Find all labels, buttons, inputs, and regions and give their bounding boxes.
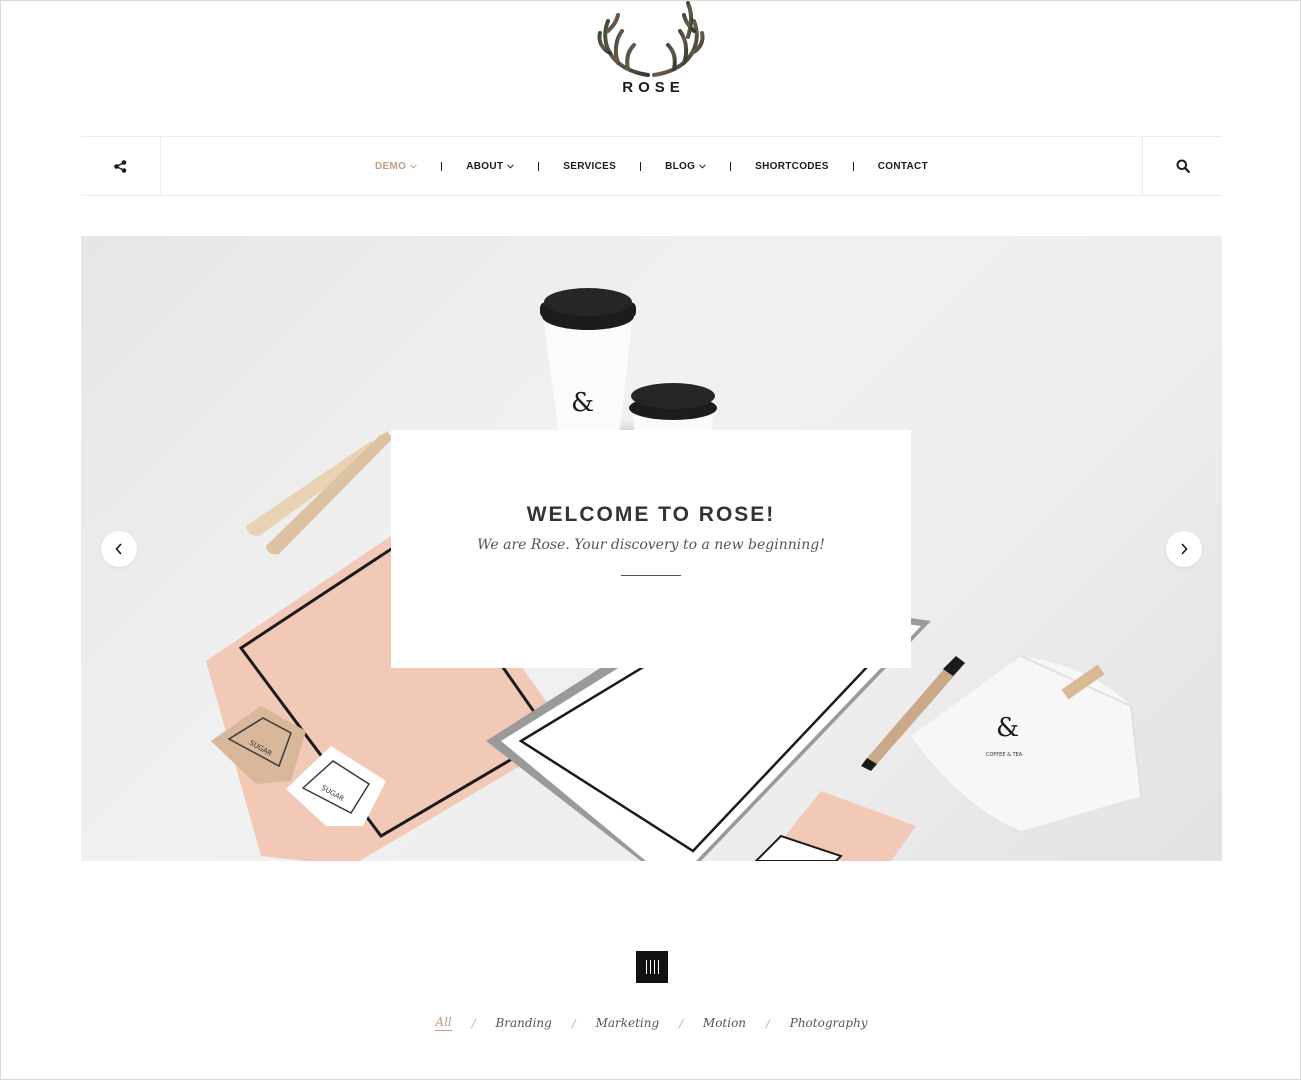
grid-view-button[interactable] — [636, 951, 668, 983]
slider-next-button[interactable] — [1166, 531, 1202, 567]
site-logo[interactable]: ROSE — [561, 1, 741, 101]
filter-separator: / — [766, 1016, 770, 1030]
grid-view-icon — [645, 960, 647, 974]
nav-separator — [852, 161, 854, 171]
filter-separator: / — [571, 1016, 576, 1030]
nav-separator — [730, 161, 732, 171]
nav-label-contact: CONTACT — [877, 160, 928, 172]
nav-label-about: ABOUT — [466, 160, 504, 172]
share-icon — [114, 159, 127, 173]
nav-item-contact[interactable]: CONTACT — [878, 161, 928, 172]
hero-divider — [621, 575, 681, 576]
slider-prev-button[interactable] — [101, 531, 137, 567]
grid-view-icon — [657, 960, 659, 974]
hero-subtitle: We are Rose. Your discovery to a new beg… — [477, 537, 825, 553]
svg-text:&: & — [571, 388, 594, 418]
filter-separator: / — [471, 1016, 476, 1030]
nav-label-demo: DEMO — [375, 160, 407, 172]
nav-label-blog: BLOG — [665, 160, 696, 172]
nav-separator — [640, 161, 642, 171]
nav-item-blog[interactable]: BLOG — [665, 160, 707, 172]
chevron-right-icon — [1181, 543, 1188, 555]
chevron-left-icon — [115, 543, 122, 555]
nav-separator — [441, 161, 443, 171]
grid-view-icon — [649, 960, 651, 974]
menu: DEMO ABOUT SERVICES BLOG SHORTCODES CONT… — [161, 137, 1142, 195]
chevron-down-icon — [699, 163, 707, 169]
hero-title: WELCOME TO ROSE! — [526, 503, 776, 526]
grid-view-icon — [653, 960, 655, 974]
portfolio-filters: All / Branding / Marketing / Motion / Ph… — [1, 1015, 1301, 1031]
filter-motion[interactable]: Motion — [703, 1016, 746, 1030]
filter-photography[interactable]: Photography — [790, 1016, 868, 1030]
nav-item-about[interactable]: ABOUT — [466, 160, 515, 172]
search-button[interactable] — [1142, 137, 1222, 195]
search-icon — [1176, 159, 1190, 173]
filter-all[interactable]: All — [435, 1015, 452, 1031]
nav-label-services: SERVICES — [563, 160, 617, 172]
logo-text: ROSE — [622, 79, 685, 96]
nav-separator — [538, 161, 540, 171]
share-button[interactable] — [81, 137, 161, 195]
hero-caption-card: WELCOME TO ROSE! We are Rose. Your disco… — [391, 430, 911, 668]
svg-text:&: & — [996, 713, 1019, 743]
chevron-down-icon — [507, 163, 515, 169]
nav-item-services[interactable]: SERVICES — [563, 161, 616, 172]
nav-item-demo[interactable]: DEMO — [375, 160, 418, 172]
filter-branding[interactable]: Branding — [495, 1016, 551, 1030]
brand-label: COFFEE & TEA — [986, 752, 1023, 758]
nav-label-shortcodes: SHORTCODES — [755, 160, 829, 172]
antlers-icon — [597, 1, 705, 77]
nav-item-shortcodes[interactable]: SHORTCODES — [755, 161, 829, 172]
chevron-down-icon — [410, 163, 418, 169]
filter-separator: / — [679, 1016, 683, 1030]
main-navigation: DEMO ABOUT SERVICES BLOG SHORTCODES CONT… — [81, 136, 1222, 196]
hero-slider: & SUGAR SUGAR & COFFEE & TEA WELCOME TO … — [81, 236, 1222, 861]
filter-marketing[interactable]: Marketing — [596, 1016, 660, 1030]
